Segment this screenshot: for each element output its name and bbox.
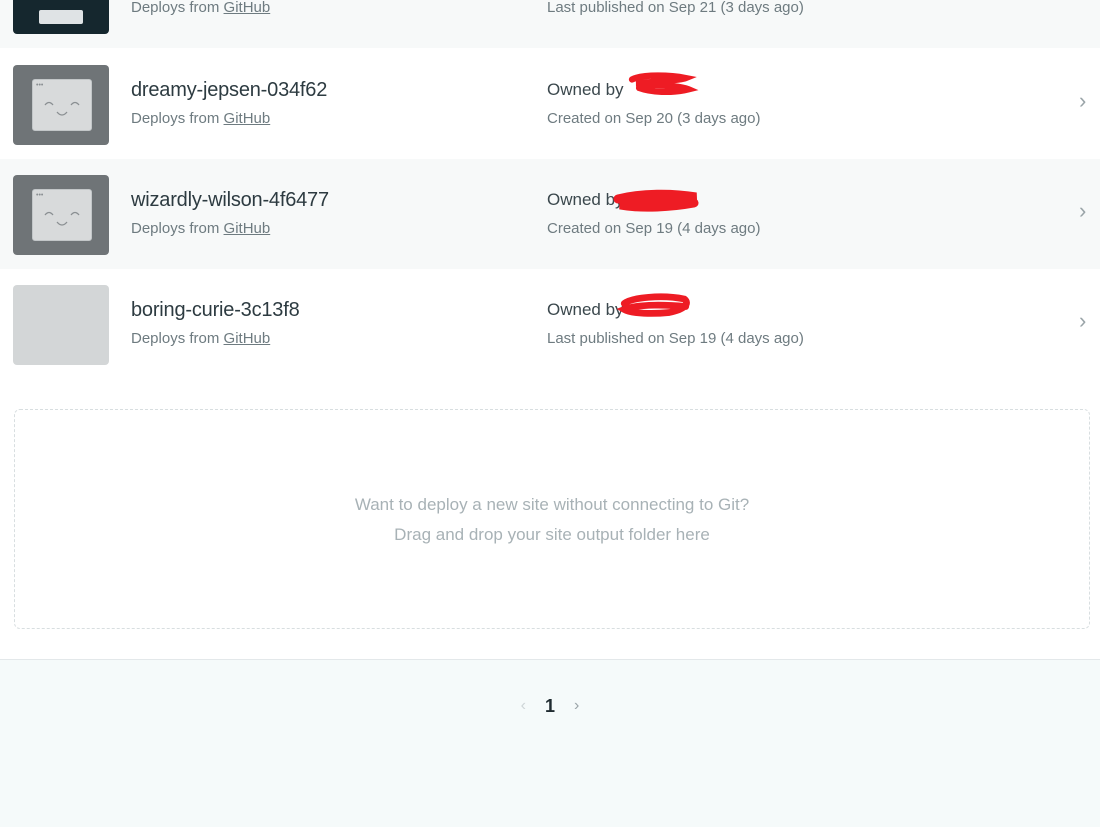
site-thumbnail [13,285,109,365]
github-link[interactable]: GitHub [224,330,271,347]
deploy-source-label: Deploys from [131,330,220,347]
deploy-source-label: Deploys from [131,110,220,127]
github-link[interactable]: GitHub [224,220,271,237]
redaction-mark [616,293,690,317]
dropzone-prompt: Want to deploy a new site without connec… [354,495,750,514]
github-link[interactable]: GitHub [224,0,271,16]
page-number-current[interactable]: 1 [545,693,555,719]
site-thumbnail: ••• [13,65,109,145]
smiley-window-icon: ••• [32,79,92,131]
next-page-icon[interactable]: › [574,693,579,719]
deploy-source-label: Deploys from [131,220,220,237]
site-date: Created on Sep 20 (3 days ago) [547,110,761,127]
site-row[interactable]: ••• dreamy-jepsen-034f62 Deploys from Gi… [0,49,1100,159]
site-row[interactable]: ••• wizardly-wilson-4f6477 Deploys from … [0,159,1100,269]
site-date: Last published on Sep 21 (3 days ago) [547,0,804,16]
site-row[interactable]: Deploys from GitHub Last published on Se… [0,0,1100,48]
site-deploy-source: Deploys from GitHub [131,330,270,347]
site-date: Last published on Sep 19 (4 days ago) [547,330,804,347]
chevron-right-icon[interactable]: › [1079,89,1086,113]
site-deploy-source: Deploys from GitHub [131,110,270,127]
site-name[interactable]: boring-curie-3c13f8 [131,299,300,322]
dropzone-instruction: Drag and drop your site output folder he… [394,525,710,544]
site-thumbnail [13,0,109,34]
site-row[interactable]: boring-curie-3c13f8 Deploys from GitHub … [0,269,1100,379]
thumbnail-preview [39,10,83,24]
github-link[interactable]: GitHub [224,110,271,127]
redaction-mark [628,72,699,95]
prev-page-icon[interactable]: ‹ [521,693,526,719]
chevron-right-icon[interactable]: › [1079,199,1086,223]
site-date: Created on Sep 19 (4 days ago) [547,220,761,237]
pagination: ‹ 1 › [0,692,1100,719]
deploy-source-label: Deploys from [131,0,220,16]
site-deploy-source: Deploys from GitHub [131,0,270,16]
site-list-panel: Deploys from GitHub Last published on Se… [0,0,1100,660]
site-owner-label: Owned by [547,80,624,99]
drag-drop-zone[interactable]: Want to deploy a new site without connec… [14,409,1090,629]
smiley-window-icon: ••• [32,189,92,241]
site-deploy-source: Deploys from GitHub [131,220,270,237]
redaction-mark [613,189,699,212]
chevron-right-icon[interactable]: › [1079,309,1086,333]
site-name[interactable]: dreamy-jepsen-034f62 [131,79,327,102]
site-name[interactable]: wizardly-wilson-4f6477 [131,189,329,212]
site-thumbnail: ••• [13,175,109,255]
